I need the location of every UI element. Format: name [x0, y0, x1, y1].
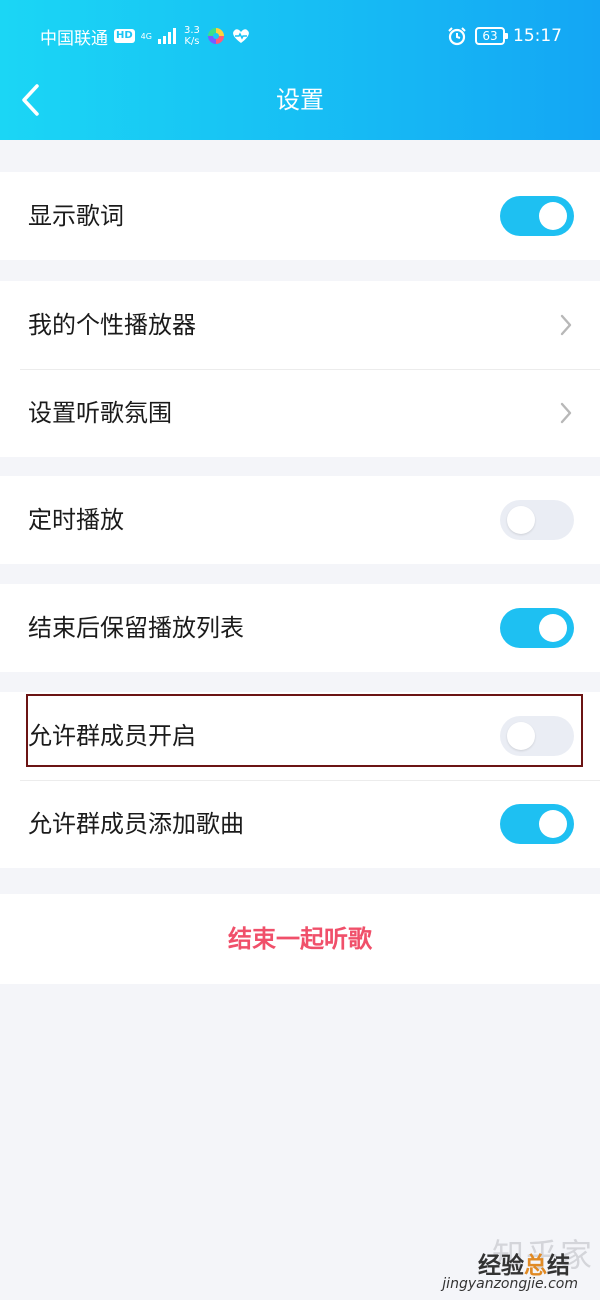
allow-members-add-songs-row: 允许群成员添加歌曲 [0, 780, 600, 868]
toggle-knob [539, 810, 567, 838]
chevron-right-icon [560, 314, 572, 336]
app-root: 中国联通 HD 4G 3.3 K/s 63 15:17 设置 显示歌词 我的个性… [0, 0, 600, 1300]
timed-playback-label: 定时播放 [28, 506, 124, 534]
my-player-label: 我的个性播放器 [28, 311, 196, 339]
status-bar-right: 63 15:17 [447, 24, 562, 48]
signal-icon [157, 28, 176, 44]
listening-atmosphere-row[interactable]: 设置听歌氛围 [0, 369, 600, 457]
toggle-knob [539, 614, 567, 642]
my-player-row[interactable]: 我的个性播放器 [0, 281, 600, 369]
annotation-highlight-box [26, 694, 583, 767]
show-lyrics-row: 显示歌词 [0, 172, 600, 260]
header-bar: 中国联通 HD 4G 3.3 K/s 63 15:17 设置 [0, 0, 600, 140]
battery-indicator: 63 [475, 27, 508, 45]
toggle-knob [539, 202, 567, 230]
keep-playlist-toggle[interactable] [500, 608, 574, 648]
network-speed-value: 3.3 [183, 25, 200, 36]
toggle-knob [507, 506, 535, 534]
keep-playlist-label: 结束后保留播放列表 [28, 614, 244, 642]
end-listen-together-button[interactable]: 结束一起听歌 [0, 894, 600, 984]
timed-playback-row: 定时播放 [0, 476, 600, 564]
status-bar-left: 中国联通 HD 4G 3.3 K/s [40, 24, 250, 49]
timed-playback-toggle[interactable] [500, 500, 574, 540]
watermark-logo: 经验总结 [478, 1246, 570, 1280]
network-type-label: 4G [140, 31, 152, 41]
show-lyrics-label: 显示歌词 [28, 202, 124, 230]
chevron-right-icon [560, 402, 572, 424]
status-bar: 中国联通 HD 4G 3.3 K/s 63 15:17 [0, 0, 600, 70]
keep-playlist-row: 结束后保留播放列表 [0, 584, 600, 672]
hd-badge: HD [114, 29, 135, 43]
timer-card: 定时播放 [0, 476, 600, 564]
network-speed: 3.3 K/s [184, 25, 200, 47]
playlist-card: 结束后保留播放列表 [0, 584, 600, 672]
allow-members-add-songs-toggle[interactable] [500, 804, 574, 844]
watermark-url: jingyanzongjie.com [442, 1276, 578, 1292]
allow-members-add-songs-label: 允许群成员添加歌曲 [28, 810, 244, 838]
status-time: 15:17 [513, 26, 562, 46]
alarm-clock-icon [448, 27, 466, 46]
show-lyrics-toggle[interactable] [500, 196, 574, 236]
lyrics-card: 显示歌词 [0, 172, 600, 260]
app-logo-icon [207, 28, 224, 44]
player-card: 我的个性播放器 设置听歌氛围 [0, 281, 600, 457]
network-type: 4G [141, 32, 152, 41]
carrier-name: 中国联通 [40, 28, 108, 49]
listening-atmosphere-label: 设置听歌氛围 [28, 399, 172, 427]
health-heart-icon [232, 29, 249, 43]
page-title: 设置 [276, 86, 324, 114]
network-speed-unit: K/s [184, 36, 200, 47]
